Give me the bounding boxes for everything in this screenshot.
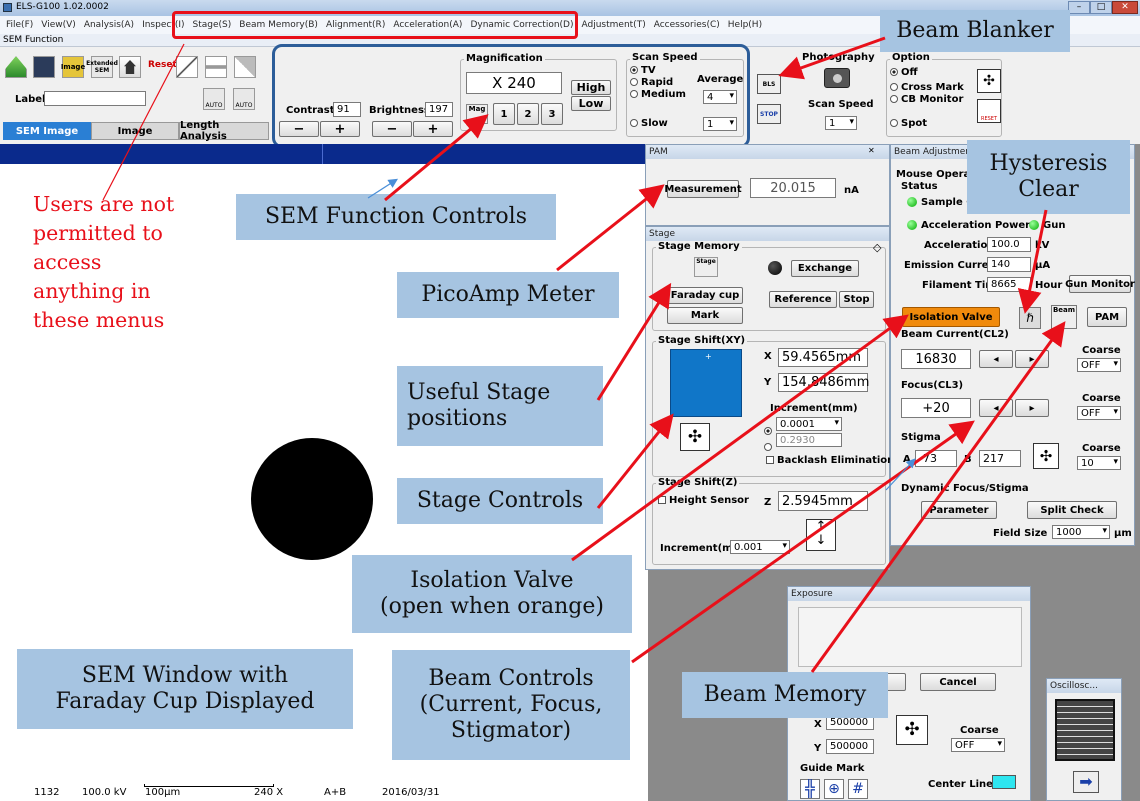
arrow-isolation (571, 314, 909, 562)
arrow-beam-controls-blue (885, 458, 916, 491)
arrow-picoamp (556, 184, 665, 272)
arrow-beam-memory (810, 321, 1066, 673)
arrow-users-to-menu (102, 43, 185, 201)
annotation-arrows (102, 36, 1066, 673)
arrow-beam-controls (631, 420, 975, 664)
arrow-hysteresis (1017, 209, 1048, 314)
arrow-stage-controls (596, 413, 674, 509)
arrow-beam-blanker (778, 36, 886, 80)
arrow-sem-function (384, 114, 489, 202)
arrow-useful-stage (596, 282, 672, 401)
screenshot: ELS-G100 1.02.0002 – □ ✕ File(F) View(V)… (0, 0, 1140, 801)
